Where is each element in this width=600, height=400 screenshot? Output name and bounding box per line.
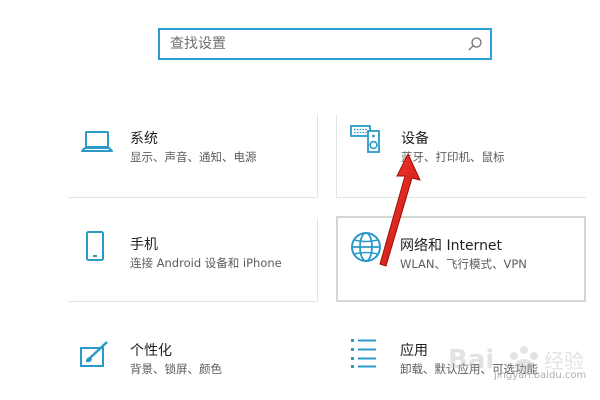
- tile-personalization-subtitle: 背景、锁屏、颜色: [130, 362, 222, 376]
- tile-network-subtitle: WLAN、飞行模式、VPN: [400, 257, 527, 271]
- tile-apps-title: 应用: [400, 343, 428, 359]
- apps-list-icon: [351, 339, 376, 368]
- tile-personalization-title: 个性化: [130, 343, 172, 359]
- tile-phone-title: 手机: [130, 237, 158, 253]
- paint-brush-icon: [80, 341, 108, 367]
- search-input[interactable]: [160, 30, 460, 58]
- keyboard-speaker-icon: [350, 125, 380, 153]
- tile-phone-subtitle: 连接 Android 设备和 iPhone: [130, 256, 282, 270]
- settings-home: 系统 显示、声音、通知、电源 设备 蓝牙、打印机、鼠标 手机 连接 Androi…: [0, 0, 600, 400]
- tile-personalization[interactable]: 个性化 背景、锁屏、颜色: [68, 326, 318, 400]
- tile-system[interactable]: 系统 显示、声音、通知、电源: [68, 114, 318, 198]
- tile-system-title: 系统: [130, 131, 158, 147]
- tile-devices-title: 设备: [401, 131, 429, 147]
- globe-icon: [351, 232, 381, 262]
- search-icon[interactable]: [466, 35, 484, 53]
- phone-icon: [86, 231, 104, 261]
- svg-text:Bai: Bai: [448, 345, 494, 375]
- laptop-icon: [81, 131, 113, 152]
- tile-system-subtitle: 显示、声音、通知、电源: [130, 150, 257, 164]
- watermark-text: jingyan.baidu.com: [494, 370, 587, 381]
- tile-phone[interactable]: 手机 连接 Android 设备和 iPhone: [68, 218, 318, 302]
- tile-devices[interactable]: 设备 蓝牙、打印机、鼠标: [336, 114, 586, 198]
- search-box[interactable]: [158, 28, 492, 60]
- tile-devices-subtitle: 蓝牙、打印机、鼠标: [401, 150, 505, 164]
- tile-network[interactable]: 网络和 Internet WLAN、飞行模式、VPN: [336, 216, 586, 302]
- tile-network-title: 网络和 Internet: [400, 238, 503, 254]
